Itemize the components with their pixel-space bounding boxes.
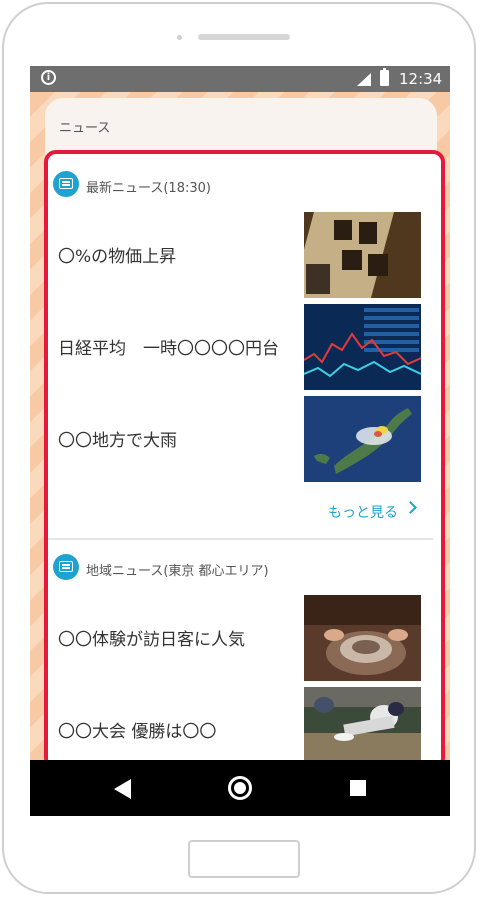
navigation-bar [30,760,450,816]
section-label: 最新ニュース(18:30) [86,181,211,196]
news-title: 〇%の物価上昇 [58,247,177,267]
news-thumbnail [304,212,421,298]
news-title: 〇〇体験が訪日客に人気 [58,630,245,650]
section-label: 地域ニュース(東京 都心エリア) [86,564,269,579]
battery-icon [380,68,389,86]
news-panel: 最新ニュース(18:30) 〇%の物価上昇 日経平均 一時〇〇〇〇円台 〇〇地方… [44,150,445,770]
news-thumbnail [304,396,421,482]
news-item[interactable]: 日経平均 一時〇〇〇〇円台 [48,304,433,390]
news-thumbnail [304,687,421,766]
news-thumbnail [304,595,421,681]
news-item[interactable]: 〇〇地方で大雨 [48,396,433,482]
page-title: ニュース [59,121,111,136]
back-icon[interactable] [114,779,131,799]
news-thumbnail [304,304,421,390]
news-title: 日経平均 一時〇〇〇〇円台 [58,339,279,359]
info-icon: i [41,70,56,85]
hardware-home-button[interactable] [188,840,300,878]
more-link[interactable]: もっと見る [328,502,398,522]
news-title: 〇〇地方で大雨 [58,431,177,451]
home-icon[interactable] [228,776,252,800]
screen: i 12:34 ニュース 最新ニュース(18:30) 〇%の物価上昇 日経平均 … [30,66,450,816]
section-divider [48,538,433,540]
status-time: 12:34 [399,70,443,88]
newspaper-icon [53,171,79,197]
news-title: 〇〇大会 優勝は〇〇 [58,722,217,742]
front-camera [177,35,182,40]
status-bar: i 12:34 [30,66,450,92]
news-item[interactable]: 〇〇体験が訪日客に人気 [48,595,433,681]
chevron-right-icon[interactable] [404,501,417,514]
signal-icon [357,73,371,86]
recent-apps-icon[interactable] [350,780,366,796]
news-item[interactable]: 〇〇大会 優勝は〇〇 [48,687,433,766]
newspaper-icon [53,554,79,580]
news-item[interactable]: 〇%の物価上昇 [48,212,433,298]
earpiece-speaker [198,34,290,40]
